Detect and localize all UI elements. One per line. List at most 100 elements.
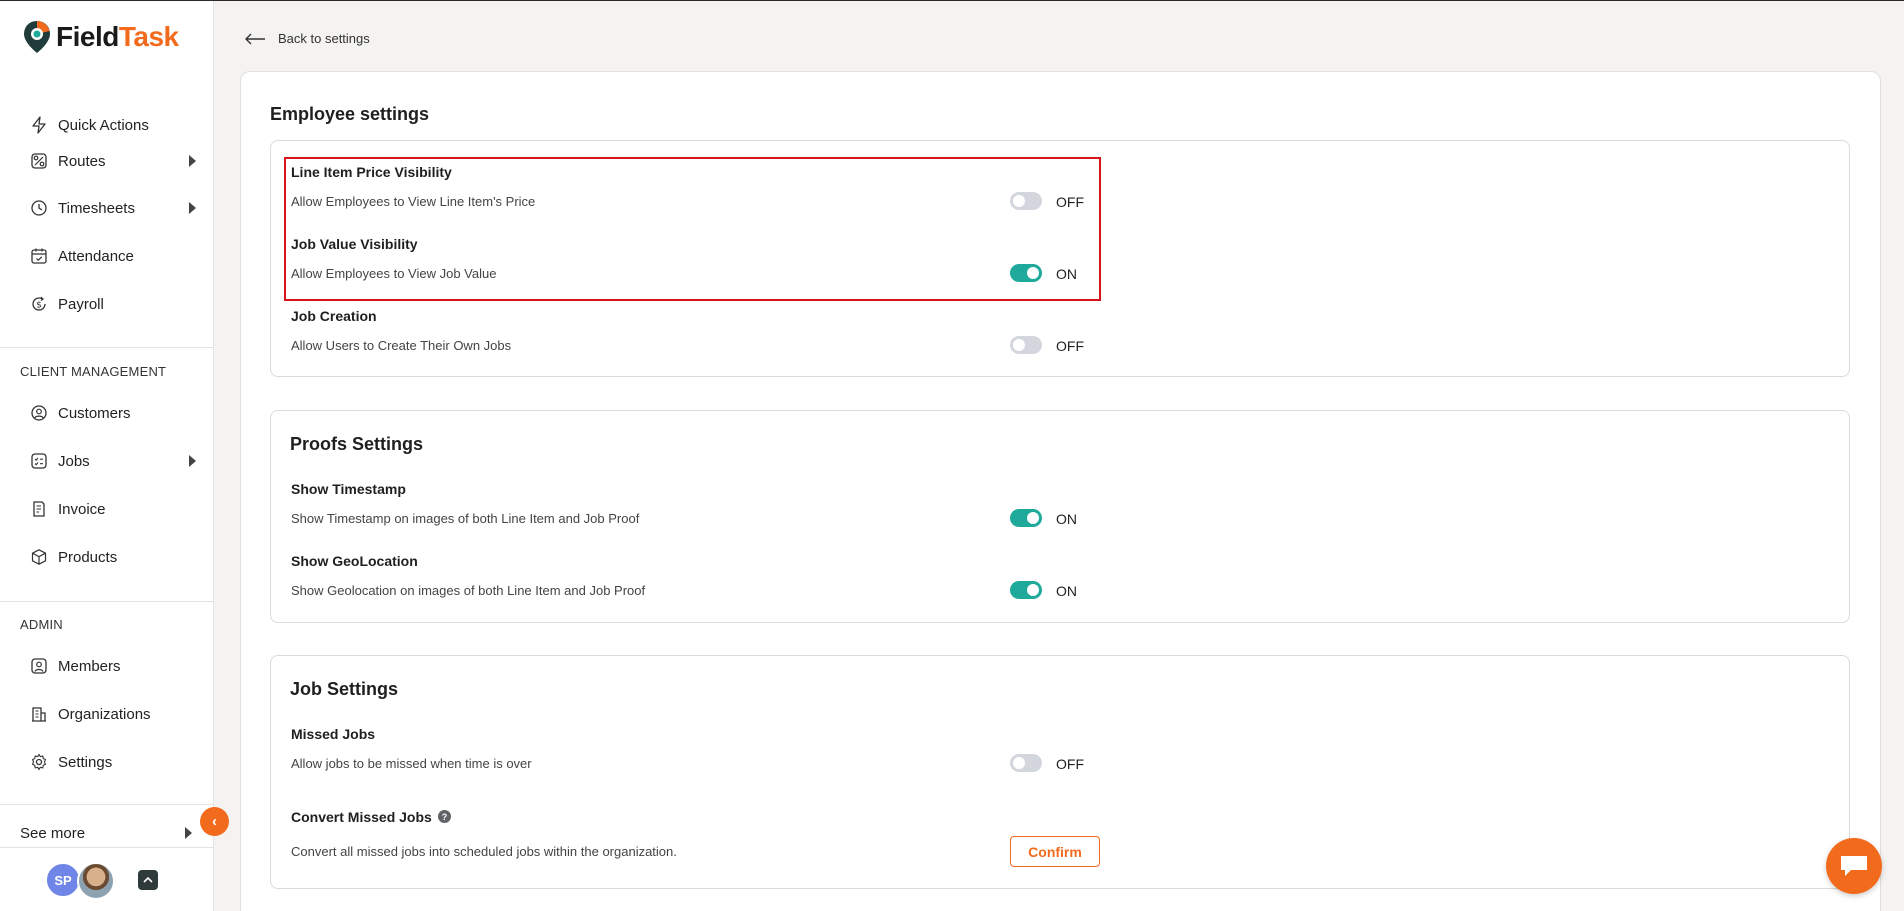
- sidebar-item-timesheets[interactable]: Timesheets: [30, 195, 196, 221]
- setting-description: Allow Employees to View Line Item's Pric…: [291, 194, 536, 209]
- sidebar-item-customers[interactable]: Customers: [30, 400, 196, 426]
- chevron-right-icon[interactable]: [185, 827, 192, 839]
- svg-text:$: $: [36, 301, 42, 311]
- toggle-knob: [1013, 757, 1025, 769]
- toggle-knob: [1013, 195, 1025, 207]
- dollar-cycle-icon: $: [32, 296, 46, 311]
- toggle-knob: [1027, 512, 1039, 524]
- show-geolocation-toggle[interactable]: [1010, 581, 1042, 599]
- logo-pin-icon: [24, 21, 50, 53]
- chat-button[interactable]: [1826, 838, 1882, 894]
- sidebar-item-label: Attendance: [58, 247, 134, 265]
- sidebar: FieldTask Quick Actions Routes Timesheet…: [0, 1, 214, 911]
- sidebar-item-members[interactable]: Members: [30, 653, 196, 679]
- line-item-price-toggle[interactable]: [1010, 192, 1042, 210]
- sidebar-item-label: Products: [58, 548, 118, 566]
- show-timestamp-toggle[interactable]: [1010, 509, 1042, 527]
- card-title: Proofs Settings: [290, 434, 424, 454]
- chat-icon: [1841, 856, 1867, 876]
- toggle-knob: [1027, 584, 1039, 596]
- section-label-admin: ADMIN: [20, 617, 63, 632]
- toggle-state-label: OFF: [1056, 338, 1084, 354]
- sidebar-item-label: Invoice: [58, 500, 106, 518]
- page-title: Employee settings: [270, 104, 430, 124]
- sidebar-divider: [0, 847, 213, 848]
- help-icon[interactable]: ?: [438, 810, 451, 823]
- sidebar-item-label: Payroll: [58, 295, 104, 313]
- sidebar-collapse-button[interactable]: ‹: [200, 807, 229, 836]
- toggle-state-label: OFF: [1056, 756, 1084, 772]
- setting-title: Show GeoLocation: [291, 553, 418, 569]
- toggle-state-label: ON: [1056, 511, 1077, 527]
- logo[interactable]: FieldTask: [22, 19, 179, 55]
- toggle-knob: [1027, 267, 1039, 279]
- building-icon: [32, 707, 46, 722]
- box-icon: [31, 549, 47, 565]
- sidebar-item-label: Customers: [58, 404, 131, 422]
- sidebar-item-invoice[interactable]: Invoice: [30, 496, 196, 522]
- section-label-client-management: CLIENT MANAGEMENT: [20, 364, 167, 379]
- chevron-right-icon[interactable]: [189, 155, 196, 167]
- checklist-icon: [31, 453, 47, 469]
- sidebar-divider: [0, 601, 213, 602]
- back-link-label: Back to settings: [278, 31, 370, 46]
- setting-description: Convert all missed jobs into scheduled j…: [291, 844, 677, 859]
- job-value-toggle[interactable]: [1010, 264, 1042, 282]
- setting-description: Allow Employees to View Job Value: [291, 266, 497, 281]
- sidebar-item-routes[interactable]: Routes: [30, 148, 196, 174]
- toggle-state-label: ON: [1056, 266, 1077, 282]
- invoice-icon: [33, 501, 45, 517]
- sidebar-item-label: Members: [58, 657, 121, 675]
- sidebar-item-jobs[interactable]: Jobs: [30, 448, 196, 474]
- setting-description: Show Geolocation on images of both Line …: [291, 583, 646, 598]
- sidebar-item-label: Organizations: [58, 705, 151, 723]
- setting-title: Show Timestamp: [291, 481, 406, 497]
- setting-title: Job Value Visibility: [291, 236, 418, 252]
- toggle-state-label: ON: [1056, 583, 1077, 599]
- confirm-button[interactable]: Confirm: [1010, 836, 1100, 867]
- card-title: Job Settings: [290, 679, 399, 699]
- sidebar-item-label: Jobs: [58, 452, 90, 470]
- arrow-left-icon: [245, 33, 265, 44]
- sidebar-item-payroll[interactable]: $ Payroll: [30, 291, 196, 317]
- lightning-icon: [32, 116, 46, 134]
- setting-title: Missed Jobs: [291, 726, 376, 742]
- logo-text: FieldTask: [56, 21, 179, 52]
- missed-jobs-toggle[interactable]: [1010, 754, 1042, 772]
- sidebar-item-label: Routes: [58, 152, 106, 170]
- back-to-settings-link[interactable]: Back to settings: [244, 31, 370, 46]
- sidebar-item-organizations[interactable]: Organizations: [30, 701, 196, 727]
- sidebar-item-label: Settings: [58, 753, 113, 771]
- chevron-right-icon[interactable]: [189, 202, 196, 214]
- chevron-left-icon: ‹: [212, 813, 217, 830]
- expand-up-button[interactable]: [138, 870, 158, 890]
- toggle-knob: [1013, 339, 1025, 351]
- user-circle-icon: [31, 405, 47, 421]
- sidebar-item-quick-actions[interactable]: Quick Actions: [30, 112, 196, 138]
- route-icon: [31, 153, 47, 169]
- sidebar-item-products[interactable]: Products: [30, 544, 196, 570]
- avatar-photo[interactable]: [77, 862, 115, 900]
- sidebar-item-see-more[interactable]: See more: [20, 820, 192, 846]
- setting-title: Convert Missed Jobs: [291, 809, 432, 825]
- sidebar-item-label: Timesheets: [58, 199, 135, 217]
- chevron-up-icon: [143, 876, 153, 883]
- gear-icon: [31, 753, 47, 771]
- sidebar-item-label: Quick Actions: [58, 116, 149, 134]
- user-square-icon: [31, 658, 47, 674]
- setting-title: Line Item Price Visibility: [291, 164, 452, 180]
- sidebar-divider: [0, 804, 213, 805]
- chevron-right-icon[interactable]: [189, 455, 196, 467]
- sidebar-divider: [0, 347, 213, 348]
- setting-description: Allow jobs to be missed when time is ove…: [291, 756, 532, 771]
- avatar-initials[interactable]: SP: [45, 862, 81, 898]
- calendar-check-icon: [31, 248, 47, 264]
- sidebar-item-attendance[interactable]: Attendance: [30, 243, 196, 269]
- setting-description: Allow Users to Create Their Own Jobs: [291, 338, 512, 353]
- clock-icon: [31, 200, 47, 216]
- sidebar-item-label: See more: [20, 824, 86, 842]
- setting-description: Show Timestamp on images of both Line It…: [291, 511, 640, 526]
- job-creation-toggle[interactable]: [1010, 336, 1042, 354]
- sidebar-item-settings[interactable]: Settings: [30, 749, 196, 775]
- toggle-state-label: OFF: [1056, 194, 1084, 210]
